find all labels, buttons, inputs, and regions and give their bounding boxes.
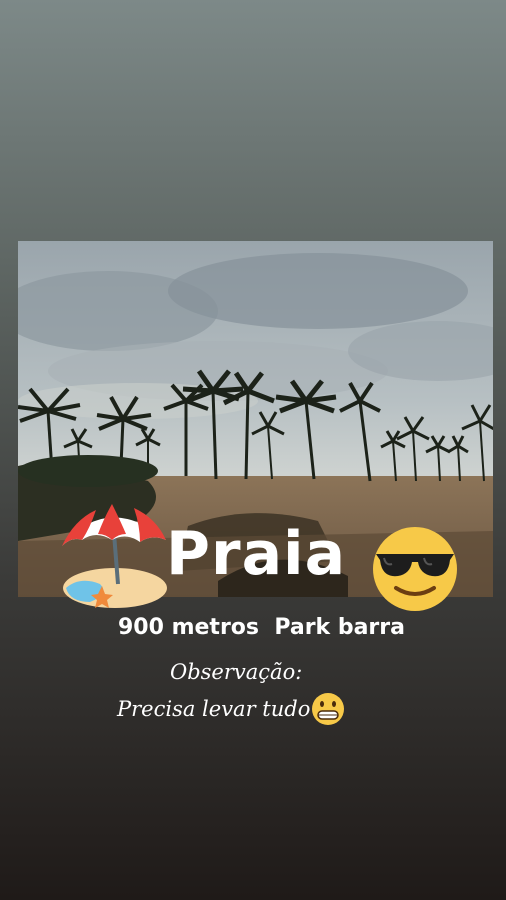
- title-text: Praia: [166, 519, 347, 589]
- sunglasses-face-icon: [373, 527, 457, 611]
- beach-umbrella-icon: [62, 504, 167, 608]
- title-row: Praia: [60, 498, 470, 616]
- grinning-face-icon: [312, 693, 345, 725]
- distance-caption: 900 metros Park barra: [118, 615, 405, 640]
- observation-note: Precisa levar tudo: [117, 692, 345, 726]
- observation-note-text: Precisa levar tudo: [117, 697, 311, 721]
- observation-label: Observação:: [170, 660, 303, 684]
